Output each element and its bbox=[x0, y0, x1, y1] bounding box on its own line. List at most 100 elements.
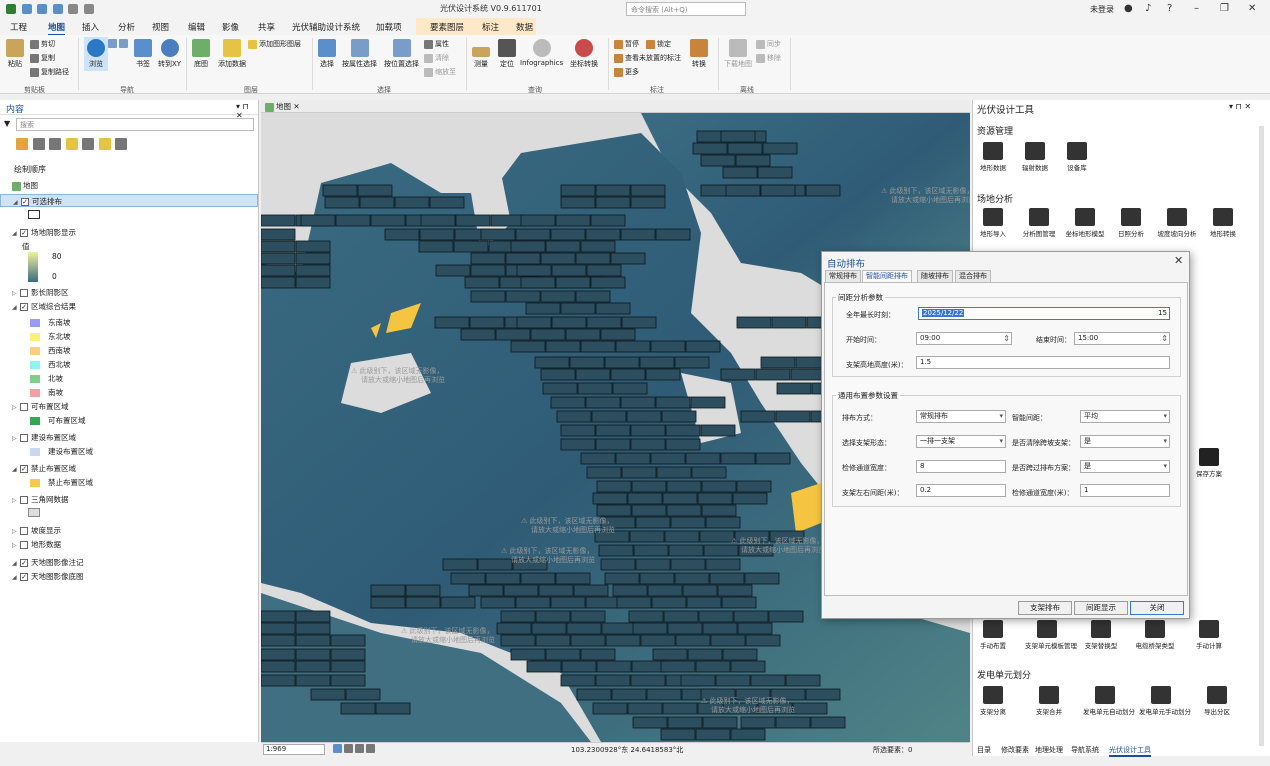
expand-icon[interactable]: ▷ bbox=[12, 287, 20, 300]
map-view-icons[interactable] bbox=[333, 744, 377, 753]
help-button[interactable]: ? bbox=[1167, 3, 1172, 14]
expand-icon[interactable]: ◢ bbox=[12, 301, 20, 314]
toc-layer[interactable]: ◢ ✓ 区域综合结果 bbox=[0, 300, 258, 313]
manual-unit-split-button[interactable]: 发电单元手动划分 bbox=[1139, 686, 1191, 716]
terrain-model-button[interactable]: 坐标地形模型 bbox=[1063, 208, 1107, 238]
bookmark-button[interactable]: 书签 bbox=[134, 39, 152, 69]
expand-icon[interactable]: ◢ bbox=[13, 196, 21, 209]
convert-label-button[interactable]: 转换 bbox=[690, 39, 708, 69]
tab-imagery[interactable]: 影像 bbox=[222, 21, 239, 33]
analysis-map-button[interactable]: 分析图管理 bbox=[1017, 208, 1061, 238]
expand-icon[interactable]: ▷ bbox=[12, 494, 20, 507]
terrain-import-button[interactable]: 地形导入 bbox=[971, 208, 1015, 238]
attributes-button[interactable]: 属性 bbox=[424, 39, 449, 49]
remove-button[interactable]: 移除 bbox=[756, 53, 781, 63]
tab-insert[interactable]: 插入 bbox=[82, 21, 99, 33]
coord-convert-button[interactable]: 坐标转换 bbox=[570, 39, 598, 69]
support-merge-button[interactable]: 支架合并 bbox=[1027, 686, 1071, 716]
smart-spacing-select[interactable]: 平均 bbox=[1080, 410, 1170, 423]
close-dialog-button[interactable]: 关闭 bbox=[1130, 601, 1184, 615]
terrain-data-button[interactable]: 地形数据 bbox=[971, 142, 1015, 172]
locate-button[interactable]: 定位 bbox=[498, 39, 516, 69]
select-by-attr-button[interactable]: 按属性选择 bbox=[342, 39, 377, 69]
toc-layer[interactable]: ◢ ✓ 天地图影像注记 bbox=[0, 556, 258, 569]
support-template-button[interactable]: 支架单元模板管理 bbox=[1025, 620, 1077, 650]
expand-icon[interactable]: ◢ bbox=[12, 557, 20, 570]
toc-layer[interactable]: ◢ ✓ 可选排布 bbox=[0, 194, 258, 207]
support-split-button[interactable]: 支架分离 bbox=[971, 686, 1015, 716]
device-library-button[interactable]: 设备库 bbox=[1055, 142, 1099, 172]
lr-gap-input[interactable]: 0.2 bbox=[916, 484, 1006, 497]
layer-checkbox[interactable] bbox=[20, 527, 28, 535]
expand-icon[interactable]: ◢ bbox=[12, 227, 20, 240]
layer-checkbox[interactable]: ✓ bbox=[21, 198, 29, 206]
layer-checkbox[interactable]: ✓ bbox=[20, 303, 28, 311]
support-form-select[interactable]: 一排一支架 bbox=[916, 435, 1006, 448]
cable-tray-button[interactable]: 电缆桥架类型 bbox=[1133, 620, 1177, 650]
measure-button[interactable]: 测量 bbox=[472, 39, 490, 69]
expand-icon[interactable]: ▷ bbox=[12, 525, 20, 538]
save-icon[interactable] bbox=[52, 4, 63, 14]
open-icon[interactable] bbox=[37, 4, 48, 14]
expand-icon[interactable]: ▷ bbox=[12, 401, 20, 414]
tab-addins[interactable]: 加载项 bbox=[376, 21, 402, 33]
bottom-tab[interactable]: 导航系统 bbox=[1071, 745, 1099, 755]
sunlight-analysis-button[interactable]: 日照分析 bbox=[1109, 208, 1153, 238]
tab-labeling[interactable]: 标注 bbox=[482, 21, 499, 33]
basemap-button[interactable]: 底图 bbox=[192, 39, 210, 69]
lock-label-button[interactable]: 锁定 bbox=[646, 39, 671, 49]
filter-icon[interactable]: ▼ bbox=[4, 119, 10, 128]
explore-button[interactable]: 浏览 bbox=[84, 37, 108, 71]
zoom-to-selection-button[interactable]: 缩放至 bbox=[424, 67, 456, 77]
layout-mode-select[interactable]: 常规排布 bbox=[916, 410, 1006, 423]
add-data-button[interactable]: 添加数据 bbox=[218, 39, 246, 69]
sync-button[interactable]: 同步 bbox=[756, 39, 781, 49]
manual-calc-button[interactable]: 手动计算 bbox=[1187, 620, 1231, 650]
bottom-tab[interactable]: 光伏设计工具 bbox=[1109, 745, 1151, 757]
add-graphics-layer-button[interactable]: 添加图形图层 bbox=[248, 39, 301, 49]
new-icon[interactable] bbox=[21, 4, 32, 14]
copy-path-button[interactable]: 复制路径 bbox=[30, 67, 69, 77]
bottom-tab[interactable]: 地理处理 bbox=[1035, 745, 1063, 755]
layer-checkbox[interactable] bbox=[20, 289, 28, 297]
dialog-close-icon[interactable]: ✕ bbox=[1174, 254, 1183, 267]
select-by-loc-button[interactable]: 按位置选择 bbox=[384, 39, 419, 69]
layer-checkbox[interactable]: ✓ bbox=[20, 229, 28, 237]
tab-data[interactable]: 数据 bbox=[516, 21, 533, 33]
same-row-select[interactable]: 是 bbox=[1080, 460, 1170, 473]
expand-icon[interactable]: ◢ bbox=[12, 463, 20, 476]
end-time-input[interactable]: 15:00 bbox=[1074, 332, 1170, 345]
user-icon[interactable]: ● bbox=[1124, 3, 1133, 14]
tab-edit[interactable]: 编辑 bbox=[188, 21, 205, 33]
radiation-data-button[interactable]: 辐射数据 bbox=[1013, 142, 1057, 172]
select-button[interactable]: 选择 bbox=[318, 39, 336, 69]
minimize-icon[interactable]: – bbox=[1194, 3, 1199, 14]
toc-layer[interactable]: ▷ 地形数据 bbox=[0, 538, 258, 551]
toc-layer[interactable]: ▷ 可布置区域 bbox=[0, 400, 258, 413]
bottom-tab[interactable]: 修改要素 bbox=[1001, 745, 1029, 755]
toc-layer[interactable]: ▷ 三角网数据 bbox=[0, 493, 258, 506]
scale-selector[interactable]: 1:969 bbox=[263, 744, 325, 755]
dialog-tab[interactable]: 随坡排布 bbox=[917, 270, 953, 282]
bell-icon[interactable]: ♪ bbox=[1145, 3, 1151, 14]
support-layout-button[interactable]: 支架排布 bbox=[1018, 601, 1072, 615]
tab-map[interactable]: 地图 bbox=[48, 21, 66, 36]
paste-button[interactable]: 粘贴 bbox=[6, 39, 24, 69]
more-label-button[interactable]: 更多 bbox=[614, 67, 639, 77]
date-input[interactable]: 2025/12/22 15 bbox=[918, 307, 1170, 320]
contents-search-input[interactable]: 搜索 bbox=[16, 118, 254, 131]
redo-icon[interactable] bbox=[83, 4, 94, 14]
spacing-display-button[interactable]: 间距显示 bbox=[1074, 601, 1128, 615]
toc-layer[interactable]: ◢ ✓ 禁止布置区域 bbox=[0, 462, 258, 475]
auto-unit-split-button[interactable]: 发电单元自动划分 bbox=[1083, 686, 1135, 716]
layer-checkbox[interactable] bbox=[20, 434, 28, 442]
layer-checkbox[interactable]: ✓ bbox=[20, 559, 28, 567]
tab-analysis[interactable]: 分析 bbox=[118, 21, 135, 33]
goto-xy-button[interactable]: 转到XY bbox=[158, 39, 181, 69]
copy-button[interactable]: 复制 bbox=[30, 53, 55, 63]
toc-layer[interactable]: ◢ ✓ 天地图影像底图 bbox=[0, 570, 258, 583]
toc-layer[interactable]: ◢ ✓ 场地阴影显示 bbox=[0, 226, 258, 239]
contents-view-icons[interactable] bbox=[16, 138, 129, 150]
scrollbar[interactable] bbox=[1259, 126, 1264, 746]
view-unplaced-button[interactable]: 查看未放置的标注 bbox=[614, 53, 681, 63]
